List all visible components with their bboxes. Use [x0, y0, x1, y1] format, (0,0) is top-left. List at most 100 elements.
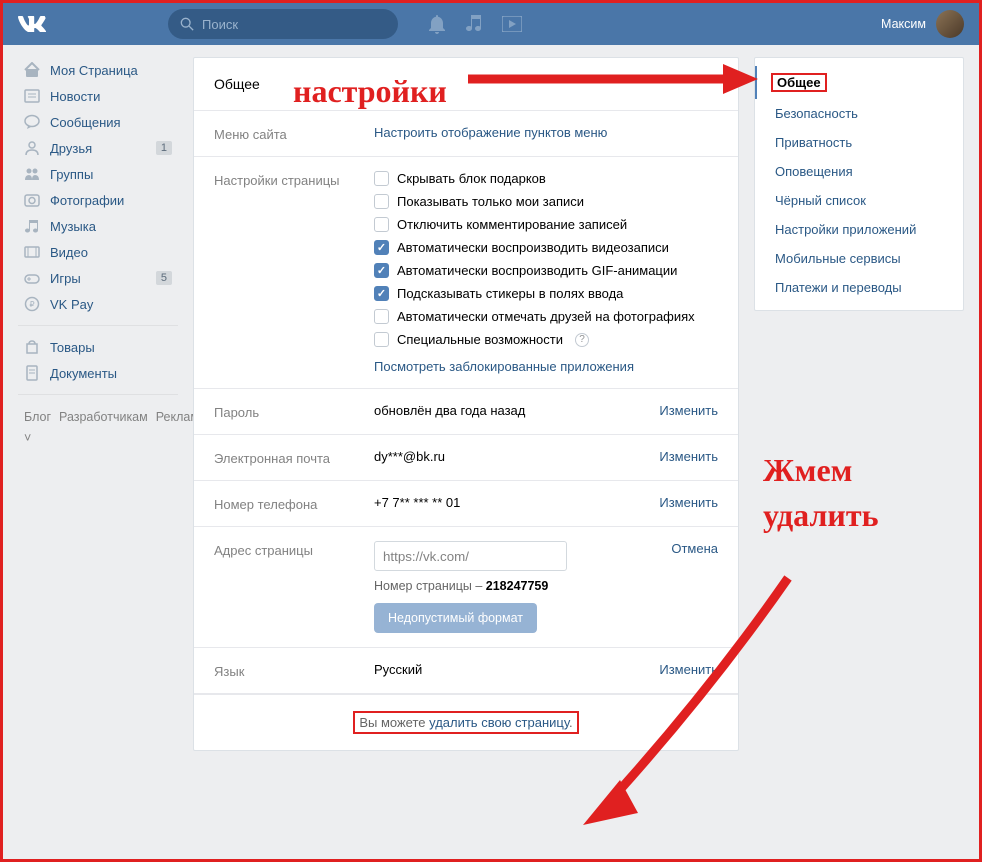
- svg-text:₽: ₽: [29, 300, 34, 309]
- vk-logo[interactable]: [18, 9, 48, 39]
- nav-friends[interactable]: Друзья1: [18, 135, 178, 161]
- nav-badge: 5: [156, 271, 172, 285]
- market-icon: [24, 339, 40, 355]
- checkbox[interactable]: [374, 263, 389, 278]
- nav-msg[interactable]: Сообщения: [18, 109, 178, 135]
- play-icon[interactable]: [502, 16, 522, 32]
- msg-icon: [24, 114, 40, 130]
- rnav-1[interactable]: Безопасность: [755, 99, 963, 128]
- checkbox[interactable]: [374, 194, 389, 209]
- rnav-7[interactable]: Платежи и переводы: [755, 273, 963, 302]
- page-number: Номер страницы – 218247759: [374, 579, 656, 593]
- checkbox-label: Показывать только мои записи: [397, 194, 584, 209]
- music-icon[interactable]: [466, 15, 482, 33]
- checkbox-row[interactable]: Автоматически воспроизводить GIF-анимаци…: [374, 263, 718, 278]
- password-label: Пароль: [214, 403, 374, 420]
- address-label: Адрес страницы: [214, 541, 374, 558]
- nav-docs[interactable]: Документы: [18, 360, 178, 386]
- user-menu[interactable]: Максим: [881, 10, 964, 38]
- nav-groups[interactable]: Группы: [18, 161, 178, 187]
- search-input[interactable]: Поиск: [168, 9, 398, 39]
- nav-label: Моя Страница: [50, 63, 138, 78]
- right-sidebar: ОбщееБезопасностьПриватностьОповещенияЧё…: [754, 57, 964, 751]
- nav-label: VK Pay: [50, 297, 93, 312]
- nav-market[interactable]: Товары: [18, 334, 178, 360]
- nav-pay[interactable]: ₽ VK Pay: [18, 291, 178, 317]
- invalid-format-button: Недопустимый формат: [374, 603, 537, 633]
- nav-label: Группы: [50, 167, 93, 182]
- checkbox-label: Специальные возможности: [397, 332, 563, 347]
- menu-config-link[interactable]: Настроить отображение пунктов меню: [374, 125, 607, 140]
- rnav-0[interactable]: Общее: [755, 66, 963, 99]
- lang-value: Русский: [374, 662, 422, 677]
- email-change-link[interactable]: Изменить: [644, 449, 718, 464]
- checkbox-row[interactable]: Автоматически отмечать друзей на фотогра…: [374, 309, 718, 324]
- address-cancel-link[interactable]: Отмена: [656, 541, 718, 556]
- checkbox[interactable]: [374, 286, 389, 301]
- groups-icon: [24, 166, 40, 182]
- password-value: обновлён два года назад: [374, 403, 525, 418]
- nav-photo[interactable]: Фотографии: [18, 187, 178, 213]
- rnav-6[interactable]: Мобильные сервисы: [755, 244, 963, 273]
- music-icon: [24, 218, 40, 234]
- checkbox-label: Автоматически воспроизводить GIF-анимаци…: [397, 263, 677, 278]
- menu-label: Меню сайта: [214, 125, 374, 142]
- nav-label: Документы: [50, 366, 117, 381]
- phone-label: Номер телефона: [214, 495, 374, 512]
- photo-icon: [24, 192, 40, 208]
- checkbox-row[interactable]: Специальные возможности?: [374, 332, 718, 347]
- search-placeholder: Поиск: [202, 17, 238, 32]
- top-header: Поиск Максим: [3, 3, 979, 45]
- nav-footer: БлогРазработчикамРекламаЕщё ˅: [18, 403, 178, 454]
- rnav-2[interactable]: Приватность: [755, 128, 963, 157]
- nav-label: Фотографии: [50, 193, 124, 208]
- checkbox-label: Автоматически отмечать друзей на фотогра…: [397, 309, 695, 324]
- checkbox-row[interactable]: Подсказывать стикеры в полях ввода: [374, 286, 718, 301]
- rnav-5[interactable]: Настройки приложений: [755, 215, 963, 244]
- phone-value: +7 7** *** ** 01: [374, 495, 460, 510]
- checkbox-row[interactable]: Показывать только мои записи: [374, 194, 718, 209]
- nav-label: Новости: [50, 89, 100, 104]
- checkbox[interactable]: [374, 217, 389, 232]
- email-value: dy***@bk.ru: [374, 449, 445, 464]
- lang-change-link[interactable]: Изменить: [644, 662, 718, 677]
- nav-games[interactable]: Игры5: [18, 265, 178, 291]
- page-url-input[interactable]: [374, 541, 567, 571]
- checkbox-row[interactable]: Автоматически воспроизводить видеозаписи: [374, 240, 718, 255]
- checkbox[interactable]: [374, 240, 389, 255]
- header-icons: [428, 14, 522, 34]
- checkbox-row[interactable]: Отключить комментирование записей: [374, 217, 718, 232]
- delete-page-link[interactable]: удалить свою страницу: [429, 715, 569, 730]
- checkbox-row[interactable]: Скрывать блок подарков: [374, 171, 718, 186]
- checkbox[interactable]: [374, 309, 389, 324]
- bell-icon[interactable]: [428, 14, 446, 34]
- user-name: Максим: [881, 17, 926, 31]
- nav-label: Товары: [50, 340, 95, 355]
- checkbox[interactable]: [374, 332, 389, 347]
- lang-label: Язык: [214, 662, 374, 679]
- nav-video[interactable]: Видео: [18, 239, 178, 265]
- rnav-3[interactable]: Оповещения: [755, 157, 963, 186]
- nav-label: Музыка: [50, 219, 96, 234]
- blocked-apps-link[interactable]: Посмотреть заблокированные приложения: [374, 359, 634, 374]
- news-icon: [24, 88, 40, 104]
- checkbox[interactable]: [374, 171, 389, 186]
- footer-link[interactable]: Разработчикам: [59, 410, 148, 424]
- footer-link[interactable]: Блог: [24, 410, 51, 424]
- nav-music[interactable]: Музыка: [18, 213, 178, 239]
- help-icon[interactable]: ?: [575, 333, 589, 347]
- friends-icon: [24, 140, 40, 156]
- checkbox-label: Подсказывать стикеры в полях ввода: [397, 286, 623, 301]
- nav-news[interactable]: Новости: [18, 83, 178, 109]
- delete-page-row: Вы можете удалить свою страницу.: [194, 694, 738, 750]
- nav-label: Видео: [50, 245, 88, 260]
- checkbox-label: Отключить комментирование записей: [397, 217, 627, 232]
- password-change-link[interactable]: Изменить: [644, 403, 718, 418]
- checkbox-label: Скрывать блок подарков: [397, 171, 546, 186]
- nav-badge: 1: [156, 141, 172, 155]
- phone-change-link[interactable]: Изменить: [644, 495, 718, 510]
- games-icon: [24, 270, 40, 286]
- nav-home[interactable]: Моя Страница: [18, 57, 178, 83]
- home-icon: [24, 62, 40, 78]
- rnav-4[interactable]: Чёрный список: [755, 186, 963, 215]
